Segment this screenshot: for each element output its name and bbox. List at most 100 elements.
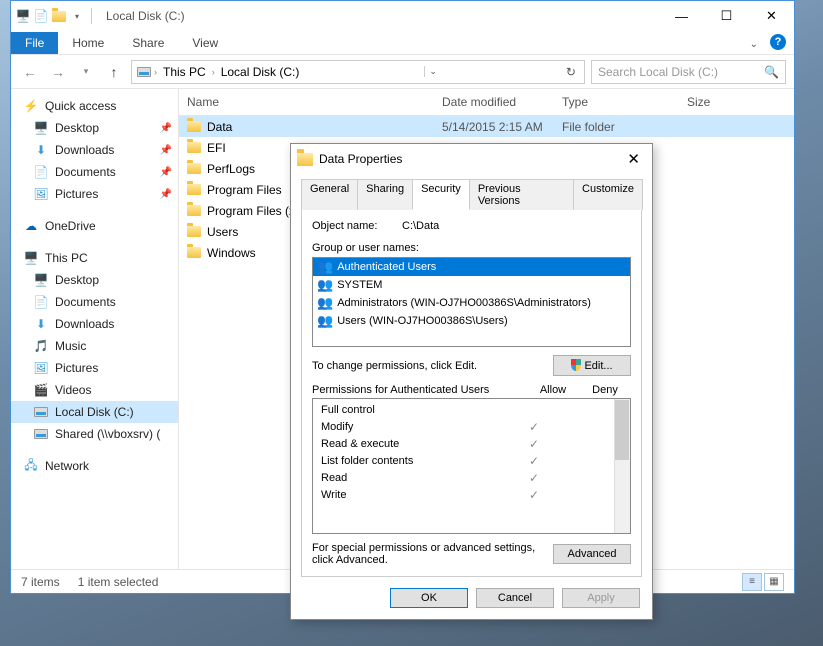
col-type[interactable]: Type — [554, 89, 679, 115]
search-icon[interactable]: 🔍 — [764, 65, 779, 79]
nav-pc-videos[interactable]: 🎬Videos — [11, 379, 178, 401]
scrollbar-thumb[interactable] — [615, 400, 629, 460]
nav-network[interactable]: 🖧Network — [11, 455, 178, 477]
dialog-title: Data Properties — [319, 152, 402, 166]
permission-name: Write — [321, 489, 508, 501]
disk-icon — [33, 404, 49, 420]
tab-previous-versions[interactable]: Previous Versions — [469, 179, 574, 210]
ribbon-expand-icon[interactable]: ⌄ — [742, 35, 766, 54]
user-list-item[interactable]: 👥Authenticated Users — [313, 258, 630, 276]
user-list-item[interactable]: 👥SYSTEM — [313, 276, 630, 294]
nav-onedrive[interactable]: ☁OneDrive — [11, 215, 178, 237]
view-icons-button[interactable]: ▦ — [764, 573, 784, 591]
dialog-close-button[interactable]: ✕ — [621, 148, 646, 170]
refresh-icon[interactable]: ↻ — [562, 65, 580, 79]
music-icon: 🎵 — [33, 338, 49, 354]
user-list-item[interactable]: 👥Administrators (WIN-OJ7HO00386S\Adminis… — [313, 294, 630, 312]
nav-desktop[interactable]: 🖥️Desktop📌 — [11, 117, 178, 139]
help-icon[interactable]: ? — [770, 34, 786, 50]
crumb-sep[interactable]: › — [210, 67, 217, 77]
col-name[interactable]: Name — [179, 89, 434, 115]
minimize-button[interactable]: — — [659, 2, 704, 31]
documents-icon: 📄 — [33, 164, 49, 180]
crumb-sep[interactable]: › — [152, 67, 159, 77]
crumb-localdisk[interactable]: Local Disk (C:) — [217, 65, 304, 79]
ok-button[interactable]: OK — [390, 588, 468, 608]
apply-button[interactable]: Apply — [562, 588, 640, 608]
nav-documents[interactable]: 📄 Documents 📌 — [11, 161, 178, 183]
tab-general[interactable]: General — [301, 179, 358, 210]
nav-pc-music[interactable]: 🎵 Music — [11, 335, 178, 357]
file-row[interactable]: Data5/14/2015 2:15 AMFile folder — [179, 116, 794, 137]
pictures-icon: 🖼 — [33, 360, 49, 376]
col-size[interactable]: Size — [679, 89, 794, 115]
nav-pc-documents[interactable]: 📄Documents — [11, 291, 178, 313]
qat-properties-icon[interactable]: 📄 — [33, 8, 49, 24]
permission-name: Full control — [321, 404, 508, 416]
permission-name: List folder contents — [321, 455, 508, 467]
recent-dropdown-icon[interactable]: ▾ — [75, 61, 97, 83]
tab-security[interactable]: Security — [412, 179, 470, 210]
advanced-hint: For special permissions or advanced sett… — [312, 542, 553, 566]
view-details-button[interactable]: ≡ — [742, 573, 762, 591]
nav-pc-shared[interactable]: Shared (\\vboxsrv) ( — [11, 423, 178, 445]
location-icon — [136, 64, 152, 80]
close-button[interactable]: ✕ — [749, 2, 794, 31]
folder-icon — [187, 142, 201, 153]
permission-row: Modify✓ — [313, 418, 630, 435]
documents-icon: 📄 — [33, 294, 49, 310]
nav-pc-desktop[interactable]: 🖥️Desktop — [11, 269, 178, 291]
pin-icon: 📌 — [160, 167, 172, 178]
address-bar[interactable]: › This PC › Local Disk (C:) ⌄ ↻ — [131, 60, 585, 84]
nav-label: Documents — [55, 165, 116, 179]
users-icon: 👥 — [317, 259, 333, 275]
user-name: Administrators (WIN-OJ7HO00386S\Administ… — [337, 297, 591, 309]
maximize-button[interactable]: ☐ — [704, 2, 749, 31]
users-icon: 👥 — [317, 313, 333, 329]
nav-pc-pictures[interactable]: 🖼Pictures — [11, 357, 178, 379]
nav-label: Pictures — [55, 187, 98, 201]
file-name: Program Files — [207, 183, 282, 197]
nav-quick-access[interactable]: ⚡Quick access — [11, 95, 178, 117]
cancel-button[interactable]: Cancel — [476, 588, 554, 608]
address-dropdown-icon[interactable]: ⌄ — [424, 66, 441, 77]
permissions-list: Full control Modify✓Read & execute✓ List f… — [312, 398, 631, 534]
user-list[interactable]: 👥Authenticated Users👥SYSTEM👥Administrato… — [312, 257, 631, 347]
allow-check: ✓ — [508, 488, 560, 502]
folder-icon — [187, 121, 201, 132]
nav-label: Music — [55, 339, 86, 353]
user-list-item[interactable]: 👥Users (WIN-OJ7HO00386S\Users) — [313, 312, 630, 330]
pictures-icon: 🖼 — [33, 186, 49, 202]
nav-pc-downloads[interactable]: ⬇Downloads — [11, 313, 178, 335]
tab-share[interactable]: Share — [118, 32, 178, 54]
qat-dropdown-icon[interactable]: ▾ — [69, 8, 85, 24]
pc-icon: 🖥️ — [23, 250, 39, 266]
qat-newfolder-icon[interactable] — [51, 8, 67, 24]
crumb-thispc[interactable]: This PC — [159, 65, 210, 79]
tab-view[interactable]: View — [178, 32, 232, 54]
col-date[interactable]: Date modified — [434, 89, 554, 115]
tab-customize[interactable]: Customize — [573, 179, 643, 210]
dialog-titlebar: Data Properties ✕ — [291, 144, 652, 174]
nav-pc-localdisk[interactable]: Local Disk (C:) — [11, 401, 178, 423]
search-placeholder: Search Local Disk (C:) — [598, 65, 718, 79]
advanced-button[interactable]: Advanced — [553, 544, 631, 564]
nav-pictures[interactable]: 🖼Pictures📌 — [11, 183, 178, 205]
downloads-icon: ⬇ — [33, 142, 49, 158]
permission-row: Read & execute✓ — [313, 435, 630, 452]
allow-check: ✓ — [508, 454, 560, 468]
tab-sharing[interactable]: Sharing — [357, 179, 413, 210]
column-headers: Name Date modified Type Size — [179, 89, 794, 116]
edit-button[interactable]: Edit... — [553, 355, 631, 376]
back-button[interactable]: ← — [19, 61, 41, 83]
nav-thispc[interactable]: 🖥️This PC — [11, 247, 178, 269]
search-input[interactable]: Search Local Disk (C:) 🔍 — [591, 60, 786, 84]
edit-button-label: Edit... — [584, 360, 612, 372]
netdrive-icon — [33, 426, 49, 442]
scrollbar-track[interactable] — [614, 399, 630, 533]
tab-home[interactable]: Home — [58, 32, 118, 54]
tab-file[interactable]: File — [11, 32, 58, 54]
nav-downloads[interactable]: ⬇Downloads📌 — [11, 139, 178, 161]
up-button[interactable]: ↑ — [103, 61, 125, 83]
forward-button[interactable]: → — [47, 61, 69, 83]
